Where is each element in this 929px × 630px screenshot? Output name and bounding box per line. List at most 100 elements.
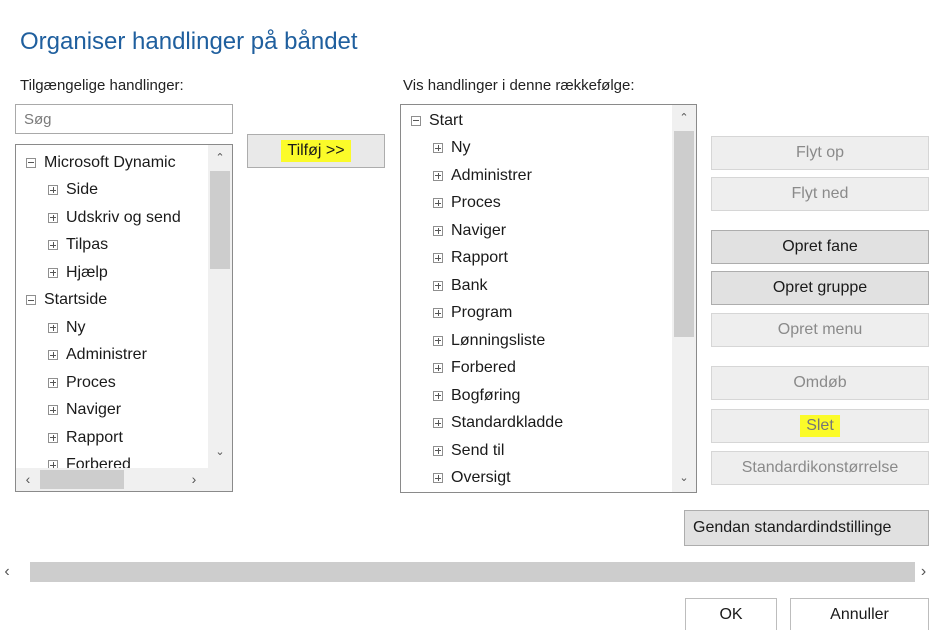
tree-item[interactable]: Ny [48,314,86,341]
default-icon-size-button[interactable]: Standardikonstørrelse [711,451,929,485]
available-actions-label: Tilgængelige handlinger: [20,77,184,94]
tree-item[interactable]: Hjælp [48,259,108,286]
cancel-button[interactable]: Annuller [790,598,929,630]
delete-button-label: Slet [800,415,840,437]
tree-item[interactable]: Forbered [433,355,516,382]
expand-icon[interactable] [48,432,58,443]
tree-item-label: Tilpas [66,236,109,253]
expand-icon[interactable] [48,350,58,360]
tree-item[interactable]: Rapport [48,424,123,451]
available-actions-tree[interactable]: Microsoft Dynamic Side Udskriv og send Tilp… [15,144,233,492]
tree-item-label: Hjælp [66,263,108,281]
tree-item-label: Forbered [451,359,516,376]
expand-icon[interactable] [433,280,443,291]
tree-item-label: Administrer [451,166,532,184]
tree-item[interactable]: Send til [433,437,504,464]
ok-button[interactable]: OK [685,598,777,630]
dialog-hscroll-thumb[interactable] [30,562,915,582]
tree-item[interactable]: Administrer [433,162,532,189]
tree-item[interactable]: Bank [433,272,487,299]
expand-icon[interactable] [48,405,58,415]
tree-item[interactable]: Startside [26,287,107,314]
move-up-button[interactable]: Flyt op [711,136,929,170]
tree-item[interactable]: Lønningsliste [433,327,545,354]
search-input[interactable] [15,104,233,134]
dialog-title: Organiser handlinger på båndet [20,28,358,55]
tree-item-label: Oversigt [451,469,511,486]
tree-item-label: Rapport [66,428,123,446]
tree-item[interactable]: Bogføring [433,382,520,409]
tree-item[interactable]: Administrer [48,342,147,369]
scroll-left-arrow-icon[interactable]: ‹ [0,564,14,580]
tree-item-label: Lønningsliste [451,331,546,349]
expand-icon[interactable] [433,225,443,236]
create-tab-button[interactable]: Opret fane [711,230,929,264]
tree-item[interactable]: Naviger [433,217,506,244]
dialog-horizontal-scrollbar[interactable]: ‹ › [0,560,929,584]
order-vscroll-thumb[interactable] [674,131,694,337]
tree-item[interactable]: Proces [433,190,501,217]
tree-item[interactable]: Naviger [48,397,121,424]
available-vertical-scrollbar[interactable]: ⌃ ⌄ [208,145,232,468]
scroll-down-arrow-icon[interactable]: ⌄ [210,445,230,459]
tree-item[interactable]: Microsoft Dynamic [26,149,176,176]
expand-icon[interactable] [433,473,443,483]
delete-button[interactable]: Slet [711,409,929,443]
add-button-label: Tilføj >> [281,140,351,162]
tree-item[interactable]: Program [433,300,512,327]
expand-icon[interactable] [48,267,58,278]
tree-item-label: Program [451,304,513,321]
tree-item[interactable]: Oversigt [433,465,511,492]
tree-item-label: Rapport [451,249,508,266]
tree-item-label: Side [66,181,99,198]
tree-item-label: Startside [44,291,108,308]
expand-icon[interactable] [48,377,58,388]
tree-item[interactable]: Proces [48,369,116,396]
expand-icon[interactable] [433,253,443,263]
tree-item[interactable]: Rapport [433,245,508,272]
expand-icon[interactable] [433,198,443,208]
expand-icon[interactable] [48,322,58,333]
add-button[interactable]: Tilføj >> [247,134,385,168]
tree-item-label: Ny [66,318,86,336]
move-down-button[interactable]: Flyt ned [711,177,929,211]
available-hscroll-thumb[interactable] [40,470,124,489]
expand-icon[interactable] [433,170,443,181]
scroll-left-arrow-icon[interactable]: ‹ [18,472,38,486]
collapse-icon[interactable] [26,157,36,168]
available-horizontal-scrollbar[interactable]: ‹ › [16,468,232,491]
expand-icon[interactable] [433,363,443,373]
expand-icon[interactable] [433,308,443,318]
create-menu-button[interactable]: Opret menu [711,313,929,347]
tree-item[interactable]: Standardkladde [433,410,563,437]
tree-item[interactable]: Side [48,177,98,204]
expand-icon[interactable] [433,445,443,456]
tree-item-label: Administrer [66,346,147,363]
scroll-right-arrow-icon[interactable]: › [918,564,929,580]
expand-icon[interactable] [48,212,58,223]
tree-item[interactable]: Start [411,107,463,134]
create-group-button[interactable]: Opret gruppe [711,271,929,305]
scroll-down-arrow-icon[interactable]: ⌄ [674,471,694,485]
expand-icon[interactable] [433,143,443,153]
scroll-up-arrow-icon[interactable]: ⌃ [674,111,694,125]
available-vscroll-thumb[interactable] [210,171,230,269]
expand-icon[interactable] [48,185,58,195]
scroll-right-arrow-icon[interactable]: › [184,472,204,486]
order-actions-tree[interactable]: Start Ny Administrer Proces Naviger Rapport Ba… [400,104,697,493]
rename-button[interactable]: Omdøb [711,366,929,400]
expand-icon[interactable] [433,335,443,346]
tree-item[interactable]: Ny [433,135,471,162]
tree-item-label: Send til [451,441,505,459]
tree-item-label: Start [429,111,463,129]
expand-icon[interactable] [433,418,443,428]
expand-icon[interactable] [433,390,443,401]
restore-defaults-button[interactable]: Gendan standardindstillinge [684,510,929,546]
expand-icon[interactable] [48,240,58,250]
order-vertical-scrollbar[interactable]: ⌃ ⌄ [672,105,696,492]
scroll-up-arrow-icon[interactable]: ⌃ [210,151,230,165]
collapse-icon[interactable] [26,295,36,305]
collapse-icon[interactable] [411,115,421,126]
tree-item[interactable]: Tilpas [48,232,108,259]
tree-item[interactable]: Udskriv og send [48,204,181,231]
